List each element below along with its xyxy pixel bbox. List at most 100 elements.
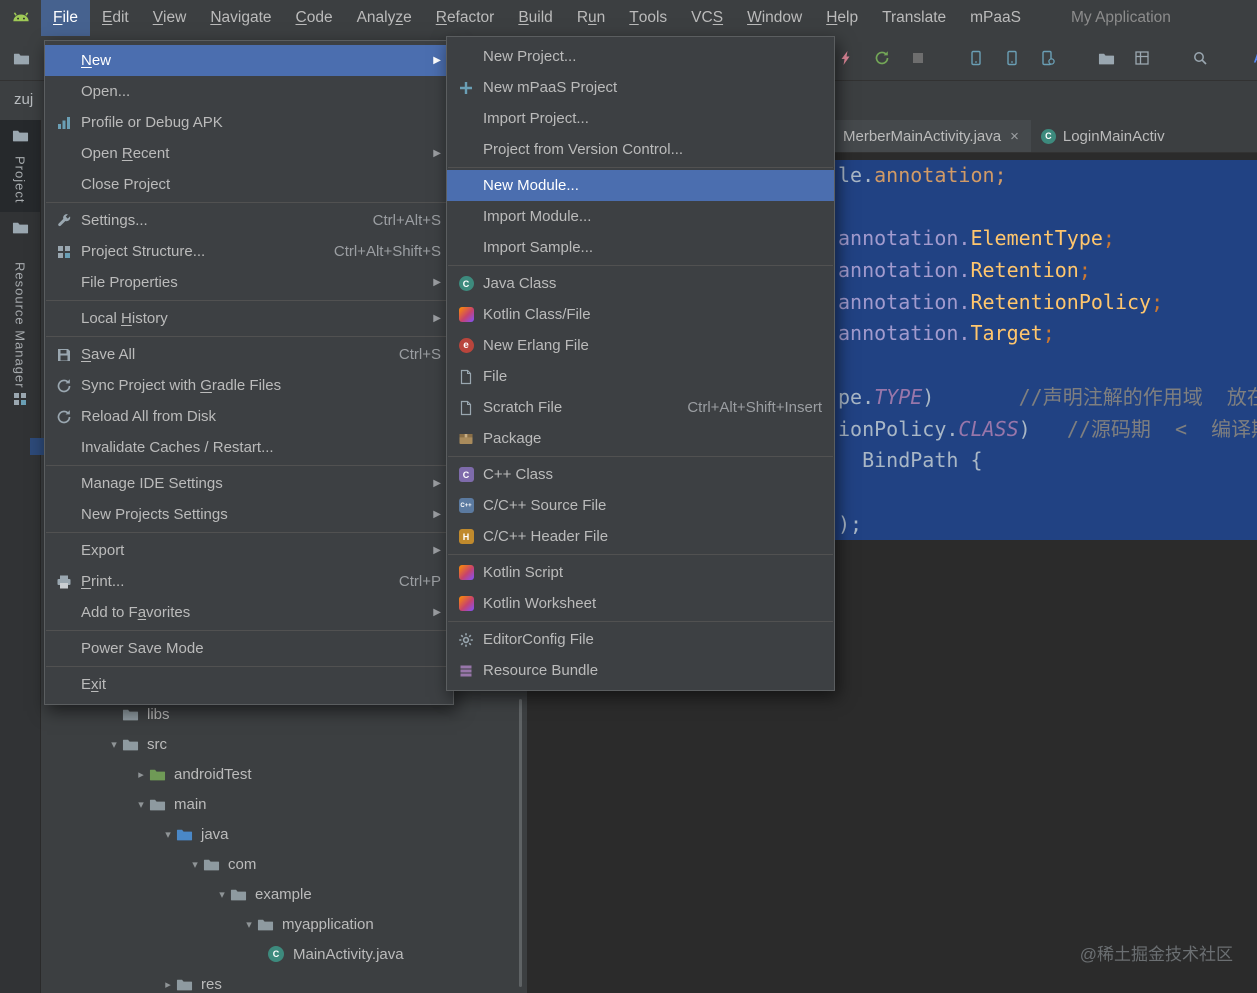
new-menu-item-kotlin-class-file[interactable]: Kotlin Class/File (447, 299, 834, 330)
menu-separator (46, 202, 452, 203)
menubar-item-navigate[interactable]: Navigate (198, 0, 283, 36)
new-menu-item-project-from-version-control[interactable]: Project from Version Control... (447, 134, 834, 165)
tree-item-res[interactable]: ▸ res (40, 969, 527, 993)
tree-item-main[interactable]: ▾ main (40, 789, 527, 819)
tree-item-mainactivity-java[interactable]: C MainActivity.java (40, 939, 527, 969)
editor-tab-loginmainactiv[interactable]: C LoginMainActiv (1031, 120, 1177, 152)
file-menu-item-save-all[interactable]: Save All Ctrl+S (45, 339, 453, 370)
file-menu-item-new-projects-settings[interactable]: New Projects Settings ▶ (45, 499, 453, 530)
file-menu-item-profile-or-debug-apk[interactable]: Profile or Debug APK (45, 107, 453, 138)
file-menu-item-sync-project-with-gradle-files[interactable]: Sync Project with Gradle Files (45, 370, 453, 401)
chevron-down-icon[interactable]: ▾ (106, 738, 122, 751)
layout-inspector-icon[interactable] (1132, 48, 1152, 68)
packages-tool-button[interactable] (0, 212, 40, 248)
avd-manager-icon[interactable] (1038, 48, 1058, 68)
menubar-item-view[interactable]: View (141, 0, 199, 36)
file-menu-item-export[interactable]: Export ▶ (45, 535, 453, 566)
file-menu-item-reload-all-from-disk[interactable]: Reload All from Disk (45, 401, 453, 432)
chevron-down-icon[interactable]: ▾ (133, 798, 149, 811)
new-menu-item-import-project[interactable]: Import Project... (447, 103, 834, 134)
device-icon[interactable] (1002, 48, 1022, 68)
file-menu-item-open-recent[interactable]: Open Recent ▶ (45, 138, 453, 169)
new-menu-item-java-class[interactable]: C Java Class (447, 268, 834, 299)
chevron-down-icon[interactable]: ▾ (241, 918, 257, 931)
file-menu-item-power-save-mode[interactable]: Power Save Mode (45, 633, 453, 664)
tree-item-src[interactable]: ▾ src (40, 729, 527, 759)
file-menu-item-close-project[interactable]: Close Project (45, 169, 453, 200)
new-menu-item-file[interactable]: File (447, 361, 834, 392)
chevron-down-icon[interactable]: ▾ (214, 888, 230, 901)
new-menu-item-package[interactable]: Package (447, 423, 834, 454)
new-menu-item-kotlin-worksheet[interactable]: Kotlin Worksheet (447, 588, 834, 619)
file-menu-item-open[interactable]: Open... (45, 76, 453, 107)
stop-icon[interactable] (908, 48, 928, 68)
search-everywhere-icon[interactable] (1190, 48, 1210, 68)
file-menu-item-exit[interactable]: Exit (45, 669, 453, 700)
chevron-right-icon[interactable]: ▸ (133, 768, 149, 781)
menubar-item-help[interactable]: Help (814, 0, 870, 36)
menu-item-label: Settings... (81, 212, 148, 229)
apply-code-changes-icon[interactable] (872, 48, 892, 68)
new-menu-item-resource-bundle[interactable]: Resource Bundle (447, 655, 834, 686)
menu-item-label: Save All (81, 346, 136, 363)
device-file-explorer-icon[interactable] (1096, 48, 1116, 68)
menubar-item-tools[interactable]: Tools (617, 0, 679, 36)
file-menu-item-settings[interactable]: Settings... Ctrl+Alt+S (45, 205, 453, 236)
menubar-item-file[interactable]: File (41, 0, 90, 36)
menubar-item-analyze[interactable]: Analy z e (345, 0, 424, 36)
chevron-down-icon[interactable]: ▾ (160, 828, 176, 841)
profiler-icon[interactable] (966, 48, 986, 68)
menu-item-label: Sync Project with Gradle Files (81, 377, 282, 394)
menu-item-label: Add to Favorites (81, 604, 191, 621)
tree-item-androidtest[interactable]: ▸ androidTest (40, 759, 527, 789)
new-menu-item-new-project[interactable]: New Project... (447, 41, 834, 72)
tree-item-com[interactable]: ▾ com (40, 849, 527, 879)
breadcrumb-project[interactable]: zuj (14, 80, 33, 120)
new-menu-item-c-c-header-file[interactable]: H C/C++ Header File (447, 521, 834, 552)
tree-item-java[interactable]: ▾ java (40, 819, 527, 849)
tree-item-example[interactable]: ▾ example (40, 879, 527, 909)
new-menu-item-editorconfig-file[interactable]: EditorConfig File (447, 624, 834, 655)
file-menu-item-local-history[interactable]: Local History ▶ (45, 303, 453, 334)
new-menu-item-new-erlang-file[interactable]: e New Erlang File (447, 330, 834, 361)
menubar-item-vcs[interactable]: VC S (679, 0, 735, 36)
new-submenu-popup: New Project... New mPaaS Project Import Pr… (446, 36, 835, 691)
new-menu-item-kotlin-script[interactable]: Kotlin Script (447, 557, 834, 588)
open-icon[interactable] (11, 48, 31, 68)
project-tree-scrollbar[interactable] (519, 699, 522, 987)
chevron-down-icon[interactable]: ▾ (187, 858, 203, 871)
new-menu-item-new-module[interactable]: New Module... (447, 170, 834, 201)
new-menu-item-scratch-file[interactable]: Scratch File Ctrl+Alt+Shift+Insert (447, 392, 834, 423)
menubar-item-edit[interactable]: Edit (90, 0, 141, 36)
menubar-item-window[interactable]: Window (735, 0, 814, 36)
translate-icon[interactable]: A (1248, 48, 1257, 68)
menubar-item-run[interactable]: Run (565, 0, 617, 36)
new-menu-item-c-class[interactable]: C C++ Class (447, 459, 834, 490)
resource-manager-tool-button[interactable]: Resource Manager (0, 248, 40, 419)
new-menu-item-import-sample[interactable]: Import Sample... (447, 232, 834, 263)
new-menu-item-import-module[interactable]: Import Module... (447, 201, 834, 232)
file-menu-item-manage-ide-settings[interactable]: Manage IDE Settings ▶ (45, 468, 453, 499)
tab-close-icon[interactable]: × (1010, 128, 1019, 145)
project-tool-button[interactable]: Project (0, 120, 40, 213)
file-menu-item-new[interactable]: New ▶ (45, 45, 453, 76)
file-menu-item-project-structure[interactable]: Project Structure... Ctrl+Alt+Shift+S (45, 236, 453, 267)
menubar-item-refactor[interactable]: Refactor (424, 0, 507, 36)
new-menu-item-new-mpaas-project[interactable]: New mPaaS Project (447, 72, 834, 103)
icon-placeholder (55, 310, 73, 328)
file-menu-item-invalidate-caches-restart[interactable]: Invalidate Caches / Restart... (45, 432, 453, 463)
tree-item-myapplication[interactable]: ▾ myapplication (40, 909, 527, 939)
menubar-item-code[interactable]: Code (284, 0, 345, 36)
apply-changes-icon[interactable] (836, 48, 856, 68)
editor-tab-merbermainactivity-java[interactable]: MerberMainActivity.java × (833, 120, 1031, 152)
menubar-item-build[interactable]: Build (506, 0, 564, 36)
new-menu-item-c-c-source-file[interactable]: C++ C/C++ Source File (447, 490, 834, 521)
menubar-item-translate[interactable]: Translate (870, 0, 958, 36)
file-menu-item-file-properties[interactable]: File Properties ▶ (45, 267, 453, 298)
file-menu-item-print[interactable]: Print... Ctrl+P (45, 566, 453, 597)
file-menu-item-add-to-favorites[interactable]: Add to Favorites ▶ (45, 597, 453, 628)
chevron-right-icon[interactable]: ▸ (160, 978, 176, 991)
menubar-item-mpaas[interactable]: mPaaS (958, 0, 1033, 36)
folder-icon (149, 796, 168, 813)
package-icon (457, 430, 475, 448)
